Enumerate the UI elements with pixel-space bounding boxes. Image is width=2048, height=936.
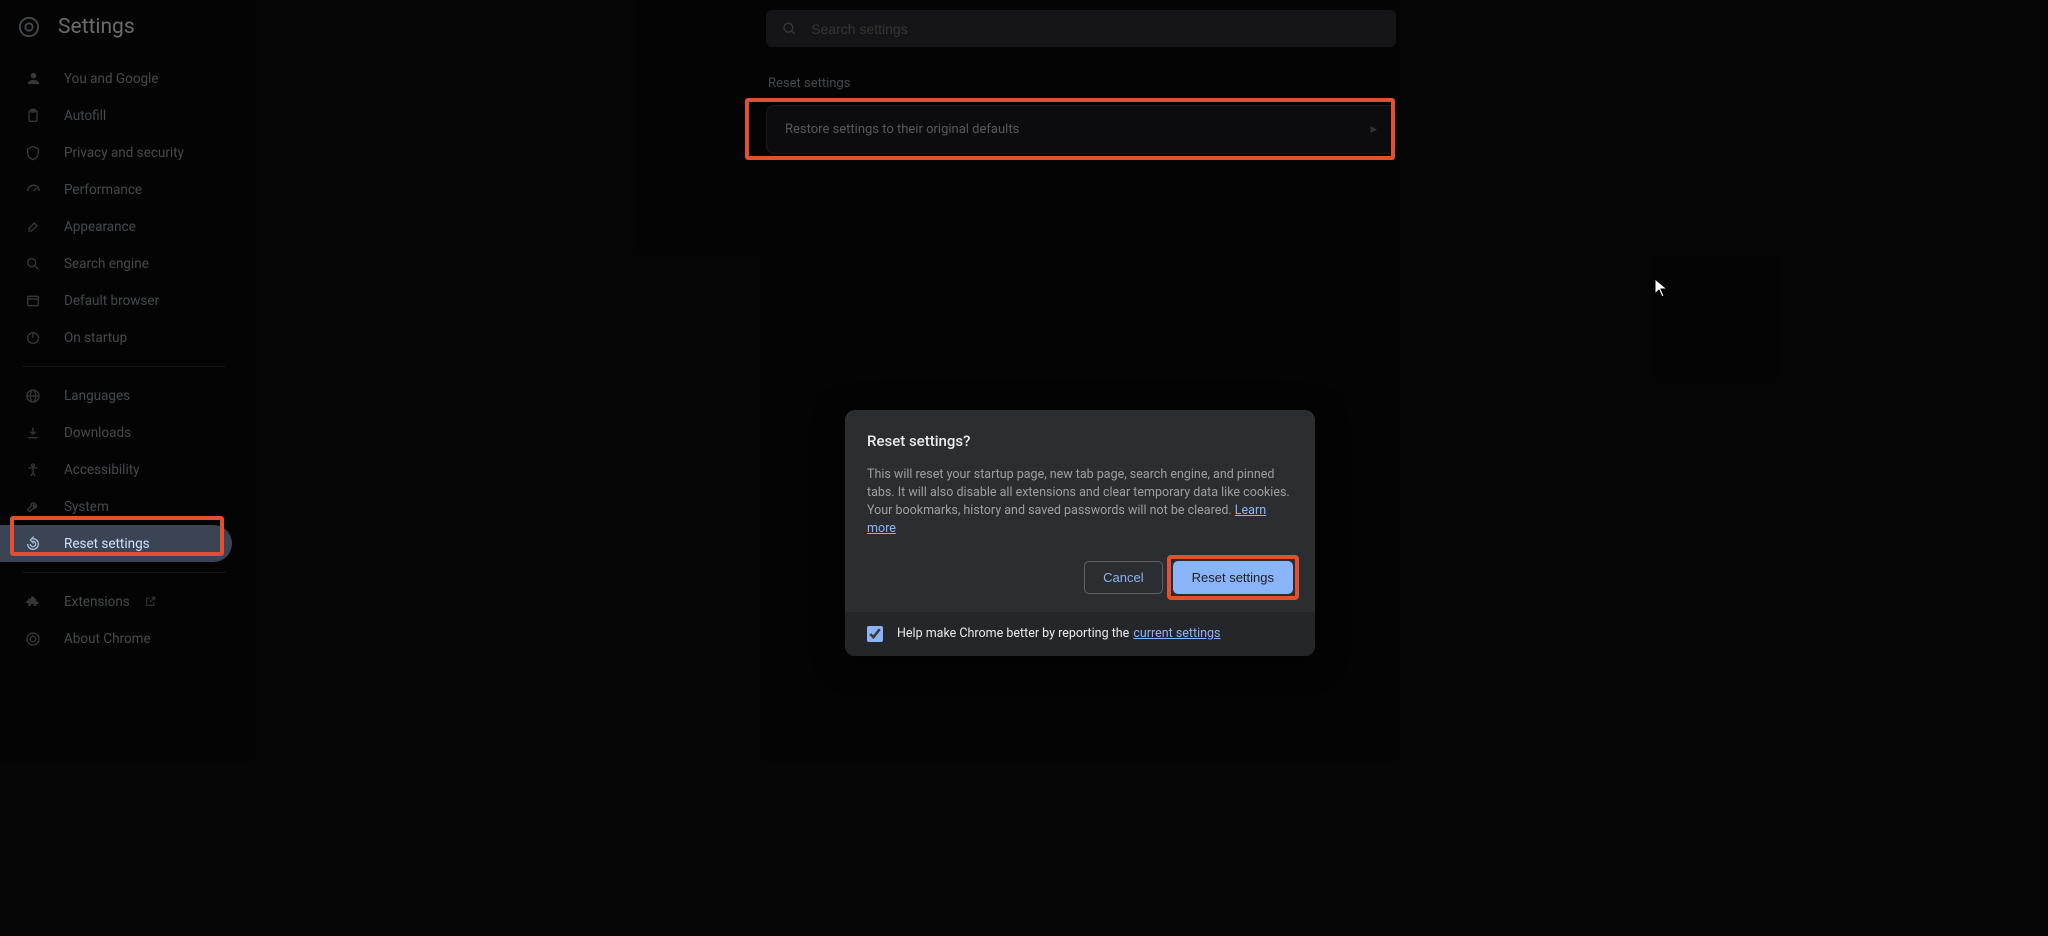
chevron-right-icon: ▸: [1370, 122, 1377, 137]
sidebar-item-performance[interactable]: Performance: [0, 171, 232, 208]
sidebar-item-reset-settings[interactable]: Reset settings: [0, 525, 232, 562]
sidebar-item-privacy[interactable]: Privacy and security: [0, 134, 232, 171]
chrome-logo-icon: [18, 16, 40, 38]
search-settings-input[interactable]: [811, 21, 1380, 37]
sidebar-item-label: Privacy and security: [64, 145, 184, 161]
search-icon: [22, 256, 44, 272]
sidebar-item-accessibility[interactable]: Accessibility: [0, 451, 232, 488]
main-content: Reset settings Restore settings to their…: [766, 76, 1396, 154]
sidebar-divider: [22, 572, 226, 573]
sidebar-item-label: On startup: [64, 330, 127, 346]
sidebar: You and Google Autofill Privacy and secu…: [0, 54, 250, 657]
sidebar-item-label: You and Google: [64, 71, 159, 87]
report-settings-checkbox[interactable]: [867, 626, 883, 642]
sidebar-item-label: Downloads: [64, 425, 131, 441]
sidebar-item-label: Languages: [64, 388, 130, 404]
sidebar-item-system[interactable]: System: [0, 488, 232, 525]
sidebar-item-label: About Chrome: [64, 631, 151, 647]
section-title: Reset settings: [768, 76, 1396, 91]
sidebar-item-label: Extensions: [64, 594, 130, 610]
sidebar-item-label: Reset settings: [64, 536, 150, 552]
sidebar-item-label: Autofill: [64, 108, 106, 124]
reset-settings-button[interactable]: Reset settings: [1173, 561, 1293, 594]
sidebar-item-downloads[interactable]: Downloads: [0, 414, 232, 451]
sidebar-item-label: Default browser: [64, 293, 159, 309]
speed-icon: [22, 181, 44, 198]
dialog-footer: Help make Chrome better by reporting the…: [845, 612, 1315, 656]
sidebar-item-search-engine[interactable]: Search engine: [0, 245, 232, 282]
footer-text: Help make Chrome better by reporting the: [897, 626, 1129, 641]
external-link-icon: [140, 595, 162, 608]
brush-icon: [22, 219, 44, 235]
shield-icon: [22, 145, 44, 161]
wrench-icon: [22, 499, 44, 515]
search-settings-box: [766, 10, 1396, 47]
globe-icon: [22, 388, 44, 404]
sidebar-item-appearance[interactable]: Appearance: [0, 208, 232, 245]
cancel-button[interactable]: Cancel: [1084, 561, 1162, 594]
extension-icon: [22, 594, 44, 610]
current-settings-link[interactable]: current settings: [1133, 626, 1220, 641]
search-icon: [782, 21, 797, 37]
person-icon: [22, 70, 44, 87]
sidebar-item-label: Performance: [64, 182, 142, 198]
chrome-icon: [22, 631, 44, 647]
header: Settings: [0, 0, 2048, 54]
dialog-description: This will reset your startup page, new t…: [867, 466, 1293, 539]
sidebar-item-autofill[interactable]: Autofill: [0, 97, 232, 134]
restore-defaults-label: Restore settings to their original defau…: [785, 122, 1019, 137]
reset-settings-dialog: Reset settings? This will reset your sta…: [845, 410, 1315, 656]
page-title: Settings: [58, 15, 135, 39]
sidebar-divider: [22, 366, 226, 367]
sidebar-item-label: Accessibility: [64, 462, 140, 478]
mouse-cursor-icon: [1654, 278, 1668, 302]
sidebar-item-you-google[interactable]: You and Google: [0, 60, 232, 97]
sidebar-item-label: System: [64, 499, 109, 515]
sidebar-item-label: Search engine: [64, 256, 149, 272]
sidebar-item-about-chrome[interactable]: About Chrome: [0, 620, 232, 657]
clipboard-icon: [22, 108, 44, 124]
browser-icon: [22, 293, 44, 309]
sidebar-item-default-browser[interactable]: Default browser: [0, 282, 232, 319]
sidebar-item-languages[interactable]: Languages: [0, 377, 232, 414]
dialog-title: Reset settings?: [867, 432, 1293, 450]
power-icon: [22, 330, 44, 346]
sidebar-item-extensions[interactable]: Extensions: [0, 583, 232, 620]
restore-defaults-row[interactable]: Restore settings to their original defau…: [766, 105, 1396, 154]
download-icon: [22, 425, 44, 441]
restore-icon: [22, 536, 44, 552]
accessibility-icon: [22, 462, 44, 478]
sidebar-item-on-startup[interactable]: On startup: [0, 319, 232, 356]
sidebar-item-label: Appearance: [64, 219, 136, 235]
